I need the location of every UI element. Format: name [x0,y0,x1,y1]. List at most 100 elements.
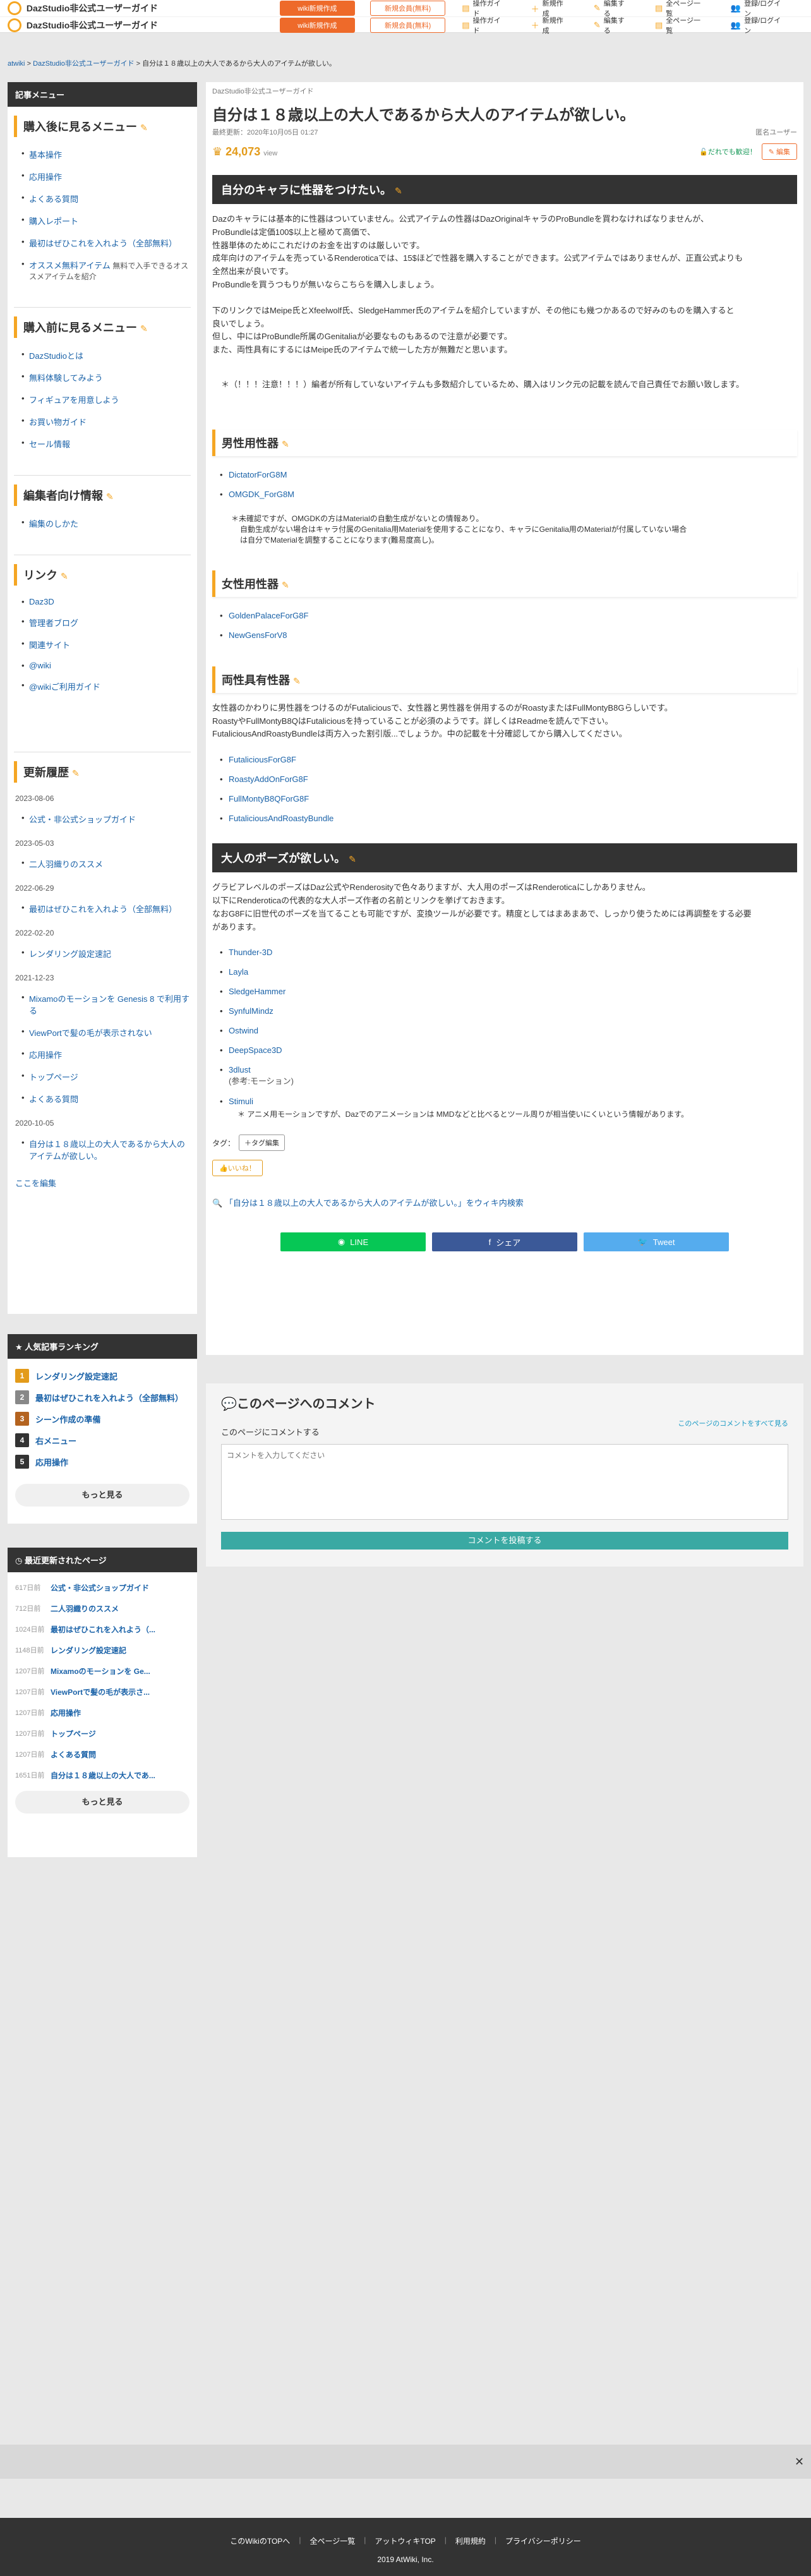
edit-pencil-icon[interactable]: ✎ [349,854,356,864]
footer-link[interactable]: アットウィキTOP [375,2536,435,2546]
history-item[interactable]: 自分は１８歳以上の大人であるから大人のアイテムが欲しい。 [8,1133,197,1167]
history-item[interactable]: 応用操作 [8,1044,197,1066]
close-icon[interactable]: ✕ [795,2456,806,2467]
line-share-button[interactable]: ◉ LINE [280,1232,426,1252]
wiki-create-button[interactable]: wiki新規作成 [279,17,355,33]
list-item[interactable]: Layla [212,962,797,982]
recent-item[interactable]: 617日前 公式・非公式ショップガイド [8,1577,197,1598]
edit-here-link[interactable]: ここを編集 [15,1179,56,1188]
like-button[interactable]: 👍いいね！ [212,1160,263,1177]
footer-link[interactable]: このWikiのTOPへ [230,2536,290,2546]
history-item[interactable]: トップページ [8,1066,197,1088]
recent-item[interactable]: 1024日前 最初はぜひこれを入れよう（... [8,1619,197,1640]
list-item[interactable]: NewGensForV8 [212,625,797,645]
list-item[interactable]: FutaliciousAndRoastyBundle [212,809,797,828]
wiki-search-link[interactable]: 🔍 「自分は１８歳以上の大人であるから大人のアイテムが欲しい。」をウィキ内検索 [212,1196,797,1208]
list-item[interactable]: SynfulMindz [212,1001,797,1021]
edit-pencil-icon[interactable]: ✎ [106,491,114,502]
link-item[interactable]: Daz3D [8,592,197,611]
list-item[interactable]: GoldenPalaceForG8F [212,606,797,625]
edit-pencil-icon[interactable]: ✎ [293,676,301,686]
recent-more-button[interactable]: もっと見る [15,1791,189,1814]
history-item[interactable]: 二人羽織りのススメ [8,853,197,875]
twitter-share-button[interactable]: 🐦 Tweet [584,1232,729,1252]
edit-pencil-icon[interactable]: ✎ [282,580,289,590]
new-page-nav[interactable]: ＋新規作成 [531,15,570,35]
recent-item[interactable]: 1207日前 よくある質問 [8,1744,197,1765]
post-comment-button[interactable]: コメントを投稿する [221,1532,788,1550]
facebook-share-button[interactable]: f シェア [432,1232,577,1252]
menu-item[interactable]: 最初はぜひこれを入れよう（全部無料） [8,232,197,254]
comment-input[interactable] [221,1444,788,1520]
list-item[interactable]: OMGDK_ForG8M [212,485,797,504]
guide-nav[interactable]: ▤ 操作ガイド [462,15,507,35]
edit-pencil-icon[interactable]: ✎ [61,571,68,581]
link-item[interactable]: @wikiご利用ガイド [8,675,197,697]
member-signup-button[interactable]: 新規会員(無料) [370,17,446,33]
menu-item[interactable]: お買い物ガイド [8,411,197,433]
footer-link[interactable]: 利用規約 [455,2536,486,2546]
history-item[interactable]: ViewPortで髪の毛が表示されない [8,1021,197,1044]
recent-item[interactable]: 1207日前 応用操作 [8,1702,197,1723]
breadcrumb-site[interactable]: DazStudio非公式ユーザーガイド [33,60,135,68]
list-item[interactable]: Ostwind [212,1021,797,1040]
wiki-create-button[interactable]: wiki新規作成 [279,1,355,16]
login-nav[interactable]: 👥 登録/ログイン [731,15,787,35]
edit-nav[interactable]: ✎ 編集する [594,15,631,35]
history-item[interactable]: 最初はぜひこれを入れよう（全部無料） [8,898,197,920]
history-item[interactable]: Mixamoのモーションを Genesis 8 で利用する [8,987,197,1021]
menu-item[interactable]: オススメ無料アイテム 無料で入手できるオススメアイテムを紹介 [8,254,197,287]
list-item[interactable]: FutaliciousForG8F [212,750,797,769]
edit-pencil-icon[interactable]: ✎ [72,768,80,778]
ranking-item[interactable]: 1 レンダリング設定速記 [8,1365,197,1387]
recent-item[interactable]: 1148日前 レンダリング設定速記 [8,1640,197,1661]
recent-item[interactable]: 1207日前 トップページ [8,1723,197,1744]
menu-item[interactable]: DazStudioとは [8,344,197,366]
recent-item[interactable]: 1651日前 自分は１８歳以上の大人であ... [8,1765,197,1786]
list-item[interactable]: 3dlust(参考:モーション) [212,1060,797,1092]
menu-item[interactable]: 編集のしかた [8,512,197,534]
menu-item[interactable]: フィギュアを用意しよう [8,388,197,411]
ranking-more-button[interactable]: もっと見る [15,1484,189,1507]
edit-pencil-icon[interactable]: ✎ [395,186,402,196]
recent-item[interactable]: 712日前 二人羽織りのススメ [8,1598,197,1619]
menu-item[interactable]: 応用操作 [8,166,197,188]
ranking-item[interactable]: 5 応用操作 [8,1451,197,1472]
list-item[interactable]: RoastyAddOnForG8F [212,769,797,789]
tag-edit-button[interactable]: ＋タグ編集 [239,1135,285,1152]
menu-item[interactable]: 基本操作 [8,143,197,166]
edit-pencil-icon[interactable]: ✎ [140,323,148,334]
list-item[interactable]: Thunder-3D [212,942,797,962]
edit-button[interactable]: ✎ 編集 [761,143,797,160]
footer-link[interactable]: プライバシーポリシー [505,2536,581,2546]
site-logo[interactable] [8,1,21,15]
history-item[interactable]: レンダリング設定速記 [8,942,197,965]
history-item[interactable]: 公式・非公式ショップガイド [8,808,197,830]
ranking-item[interactable]: 2 最初はぜひこれを入れよう（全部無料） [8,1387,197,1408]
menu-item[interactable]: よくある質問 [8,188,197,210]
link-item[interactable]: 管理者ブログ [8,611,197,634]
list-item[interactable]: FullMontyB8QForG8F [212,789,797,809]
footer-link[interactable]: 全ページ一覧 [309,2536,355,2546]
list-item[interactable]: DeepSpace3D [212,1040,797,1060]
list-item[interactable]: DictatorForG8M [212,465,797,485]
menu-item[interactable]: 購入レポート [8,210,197,232]
menu-item[interactable]: 無料体験してみよう [8,366,197,388]
all-pages-nav[interactable]: ▤ 全ページ一覧 [655,15,707,35]
link-item[interactable]: 関連サイト [8,634,197,656]
list-item[interactable]: SledgeHammer [212,982,797,1001]
site-name[interactable]: DazStudio非公式ユーザーガイド [27,19,252,32]
edit-pencil-icon[interactable]: ✎ [282,439,289,449]
site-name[interactable]: DazStudio非公式ユーザーガイド [27,2,252,15]
edit-pencil-icon[interactable]: ✎ [140,123,148,133]
site-logo[interactable] [8,18,21,32]
ranking-item[interactable]: 3 シーン作成の準備 [8,1408,197,1429]
list-item[interactable]: Stimuli＊ アニメ用モーションですが、Dazでのアニメーションは MMDな… [212,1092,797,1124]
menu-item[interactable]: セール情報 [8,433,197,455]
history-item[interactable]: よくある質問 [8,1088,197,1110]
breadcrumb-root[interactable]: atwiki [8,60,25,68]
ranking-item[interactable]: 4 右メニュー [8,1429,197,1451]
link-item[interactable]: @wiki [8,656,197,675]
recent-item[interactable]: 1207日前 Mixamoのモーションを Ge... [8,1661,197,1682]
member-signup-button[interactable]: 新規会員(無料) [370,1,446,16]
